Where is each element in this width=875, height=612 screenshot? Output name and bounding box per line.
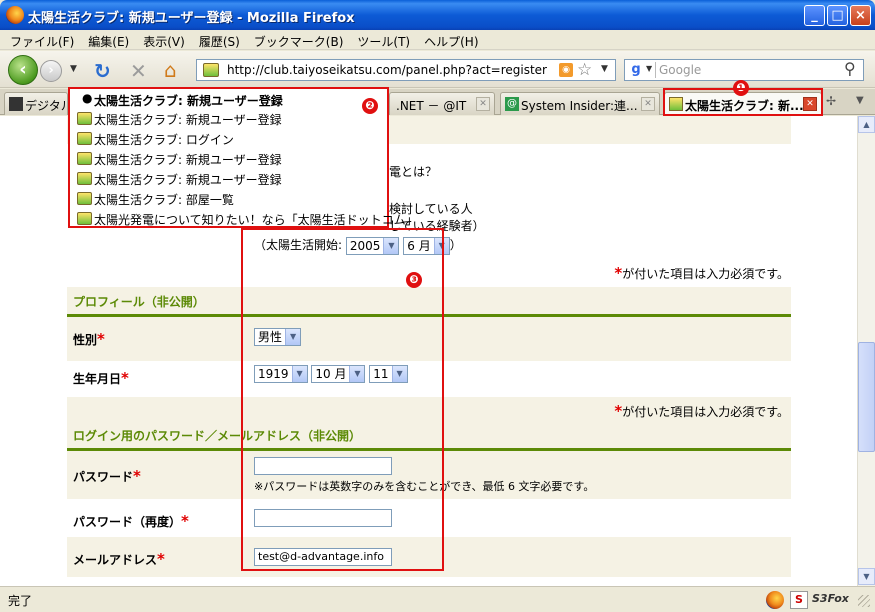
tab-menu-item-label: 太陽生活クラブ: ログイン [94,133,234,147]
site-favicon-icon [203,63,219,77]
menu-view[interactable]: 表示(V) [136,30,192,50]
callout-2-badge: ❷ [362,98,378,114]
tab-menu-item-label: 太陽生活クラブ: 新規ユーザー登録 [94,94,283,108]
tab-close-icon[interactable]: ✕ [476,97,490,111]
required-mark: * [614,264,623,282]
site-favicon-icon [77,212,92,225]
firefox-icon [6,6,24,24]
s3-icon[interactable]: S [790,591,808,609]
google-engine-icon[interactable]: g [627,62,645,78]
engine-dropdown-icon[interactable]: ▼ [646,64,652,73]
close-button[interactable]: × [850,5,871,26]
tab-label: デジタル [25,99,68,113]
menu-help[interactable]: ヘルプ(H) [417,30,485,50]
required-mark: * [133,467,141,485]
menu-tools[interactable]: ツール(T) [350,30,417,50]
required-mark: * [157,550,165,568]
status-text: 完了 [8,594,33,608]
scroll-up-icon[interactable]: ▲ [858,116,875,133]
history-dropdown-icon[interactable]: ▼ [70,64,77,74]
password-confirm-label-wrap: パスワード（再度）* [73,512,189,530]
required-mark: * [181,512,189,530]
rss-feed-icon[interactable]: ◉ [559,63,573,77]
email-label-wrap: メールアドレス* [73,550,165,568]
tab-menu-item-label: 太陽生活クラブ: 新規ユーザー登録 [94,173,282,187]
scroll-down-icon[interactable]: ▼ [858,568,875,585]
tab-list-dropdown-icon[interactable]: ▼ [856,95,864,106]
scroll-thumb[interactable] [858,342,875,452]
site-favicon-icon [77,112,92,125]
required-mark: * [121,369,129,387]
tab-label: System Insider:連... [521,99,638,113]
tab-menu-item-label: 太陽生活クラブ: 部屋一覧 [94,193,234,207]
forward-button[interactable]: › [40,60,62,82]
firefox-status-icon[interactable] [766,591,784,609]
tab-favicon-icon: @ [505,97,519,111]
search-box[interactable]: g ▼ Google ⚲ [624,59,864,81]
site-favicon-icon [77,192,92,205]
tab-digital[interactable]: デジタル [4,92,68,115]
gender-label-wrap: 性別* [73,330,105,348]
tab-history-menu: ● 太陽生活クラブ: 新規ユーザー登録 太陽生活クラブ: 新規ユーザー登録 太陽… [68,87,418,228]
required-note-text: が付いた項目は入力必須です。 [622,267,789,281]
menu-history[interactable]: 履歴(S) [192,30,247,50]
password-confirm-label: パスワード（再度） [73,515,182,529]
tab-menu-item-label: 太陽生活クラブ: 新規ユーザー登録 [94,153,282,167]
maximize-button[interactable]: □ [827,5,848,26]
menu-file[interactable]: ファイル(F) [0,30,81,50]
vertical-scrollbar[interactable]: ▲ ▼ [857,116,875,586]
address-bar[interactable]: http://club.taiyoseikatsu.com/panel.php?… [196,59,616,81]
search-input[interactable]: Google [659,63,701,77]
menu-bar: ファイル(F) 編集(E) 表示(V) 履歴(S) ブックマーク(B) ツール(T) ヘルプ… [0,30,875,50]
required-mark: * [97,330,105,348]
tab-label: .NET － @IT [396,99,467,113]
url-dropdown-icon[interactable]: ▼ [601,64,608,74]
callout-1-box [663,88,823,116]
birthdate-label-wrap: 生年月日* [73,369,129,387]
minimize-button[interactable]: _ [804,5,825,26]
password-label: パスワード [73,470,134,484]
required-note-text: が付いた項目は入力必須です。 [622,405,789,419]
tab-atmarkit[interactable]: .NET － @IT ✕ [389,92,495,115]
required-mark: * [614,402,623,420]
question-partial: 電とは？ [389,165,438,179]
site-favicon-icon [77,132,92,145]
tab-scroll-icon[interactable]: ✢ [826,94,836,108]
start-close: ） [449,238,462,252]
back-button[interactable]: ‹ [8,55,38,85]
page-bottom-edge [67,577,791,586]
resize-grip-icon[interactable] [858,595,870,607]
menu-bookmarks[interactable]: ブックマーク(B) [247,30,351,50]
bookmark-star-icon[interactable]: ☆ [577,60,592,80]
status-bar: 完了 S S3Fox [0,586,875,612]
tab-menu-item-label: 太陽生活クラブ: 新規ユーザー登録 [94,113,282,127]
required-note-2: *が付いた項目は入力必須です。 [614,402,789,420]
tab-menu-item-label: 太陽光発電について知りたい！なら「太陽生活ドットコム」 [94,213,418,227]
password-label-wrap: パスワード* [73,467,141,485]
required-note-1: *が付いた項目は入力必須です。 [614,264,789,282]
title-bar: 太陽生活クラブ: 新規ユーザー登録 - Mozilla Firefox _ □ … [0,0,875,30]
tab-favicon-icon [9,97,23,111]
stop-icon[interactable]: ✕ [130,59,147,83]
gender-label: 性別 [73,333,98,347]
bullet-icon: ● [82,91,93,105]
url-text[interactable]: http://club.taiyoseikatsu.com/panel.php?… [227,63,547,77]
window-title: 太陽生活クラブ: 新規ユーザー登録 - Mozilla Firefox [28,11,355,26]
site-favicon-icon [77,172,92,185]
tab-close-icon[interactable]: ✕ [641,97,655,111]
email-label: メールアドレス [73,553,158,567]
menu-edit[interactable]: 編集(E) [81,30,136,50]
s3fox-label[interactable]: S3Fox [812,592,849,605]
tab-system-insider[interactable]: @ System Insider:連... ✕ [500,92,660,115]
site-favicon-icon [77,152,92,165]
search-icon[interactable]: ⚲ [844,59,856,78]
home-icon[interactable]: ⌂ [164,58,177,82]
callout-3-badge: ❸ [406,272,422,288]
birthdate-label: 生年月日 [73,372,122,386]
reload-icon[interactable]: ↻ [94,59,111,83]
search-separator [655,62,656,78]
